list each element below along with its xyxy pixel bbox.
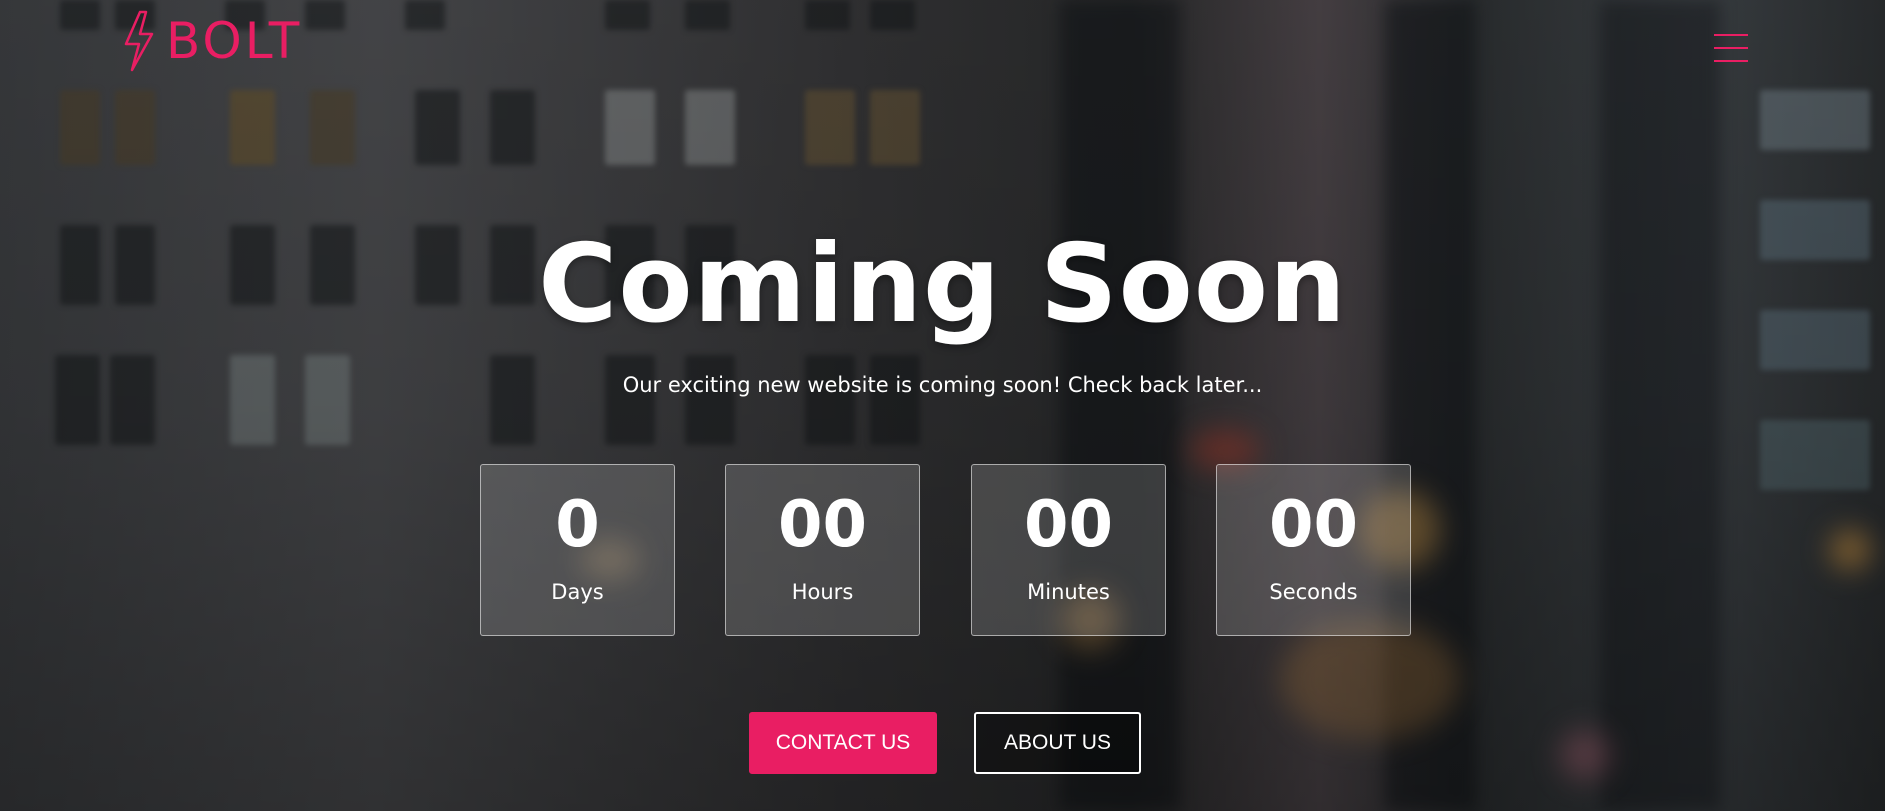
page-subtitle: Our exciting new website is coming soon!…: [622, 373, 1263, 397]
countdown-seconds: 00 Seconds: [1216, 464, 1411, 636]
hamburger-menu-icon[interactable]: [1714, 34, 1748, 64]
countdown-hours: 00 Hours: [725, 464, 920, 636]
countdown-days-label: Days: [551, 580, 604, 604]
countdown-hours-value: 00: [777, 488, 868, 562]
countdown-seconds-value: 00: [1268, 488, 1359, 562]
countdown-minutes-value: 00: [1023, 488, 1114, 562]
brand-name: BOLT: [166, 12, 303, 70]
background-image: [0, 0, 1885, 811]
site-header: BOLT: [0, 0, 1885, 95]
countdown-days-value: 0: [555, 488, 600, 562]
contact-us-button[interactable]: CONTACT US: [749, 712, 937, 774]
countdown-days: 0 Days: [480, 464, 675, 636]
countdown-minutes: 00 Minutes: [971, 464, 1166, 636]
countdown-timer: 0 Days 00 Hours 00 Minutes 00 Seconds: [480, 464, 1411, 636]
countdown-seconds-label: Seconds: [1269, 580, 1358, 604]
countdown-minutes-label: Minutes: [1027, 580, 1110, 604]
lightning-bolt-icon: [120, 10, 158, 72]
page-title: Coming Soon: [538, 222, 1347, 347]
about-us-button[interactable]: ABOUT US: [974, 712, 1141, 774]
brand-logo[interactable]: BOLT: [120, 10, 302, 72]
countdown-hours-label: Hours: [791, 580, 854, 604]
